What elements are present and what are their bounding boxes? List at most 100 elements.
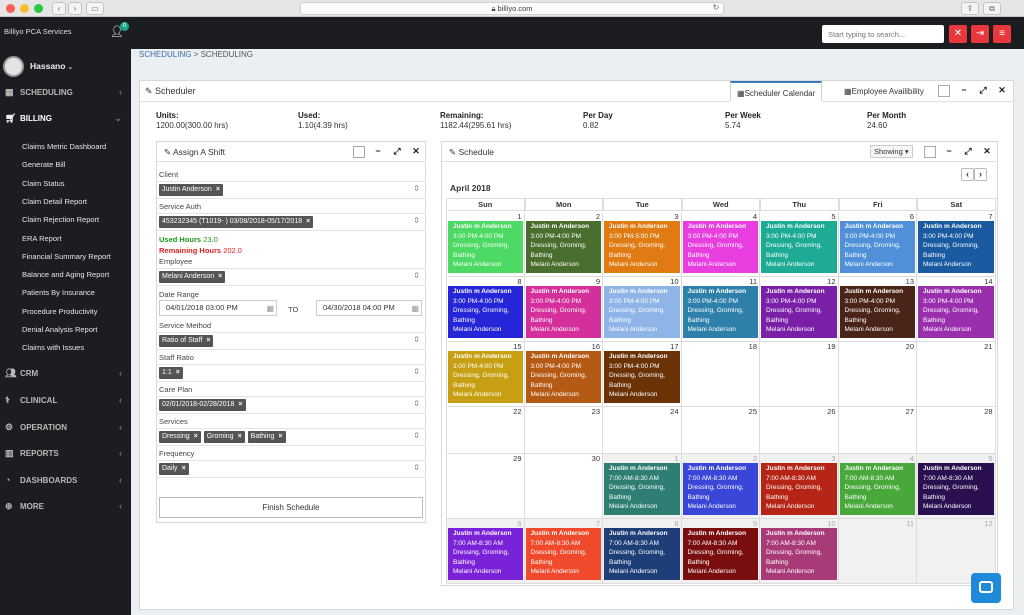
calendar-day-cell[interactable]: 4 Justin m Anderson 7:00 AM-8:30 AM Dressin… (838, 454, 917, 519)
close-icon[interactable]: ✕ (995, 84, 1009, 98)
calendar-day-cell[interactable]: 11 (838, 519, 917, 584)
calendar-event[interactable]: Justin m Anderson 7:00 AM-8:30 AM Dressing… (682, 463, 758, 515)
panel-select-checkbox[interactable] (924, 146, 936, 158)
tabs-icon[interactable]: ⧉ (983, 2, 1001, 15)
services-select[interactable]: Dressing × Groming × Bathing × ⇳ (157, 428, 425, 446)
calendar-event[interactable]: Justin m Anderson 3:00 PM-4:00 PM Dressing… (761, 221, 837, 273)
service-auth-select[interactable]: 453232345 (T1019- ) 03/08/2018-05/17/201… (157, 213, 425, 231)
calendar-event[interactable]: Justin m Anderson 3:00 PM-4:00 PM Dressing… (448, 221, 523, 273)
calendar-event[interactable]: Justin m Anderson 3:00 PM-4:00 PM Dressing… (448, 286, 523, 338)
frequency-select[interactable]: Daily × ⇳ (157, 460, 425, 478)
care-plan-chip[interactable]: 02/01/2018-02/28/2018 × (159, 399, 246, 411)
service-chip-groming[interactable]: Groming × (203, 431, 245, 443)
sidebar-item-operation[interactable]: ⚙ OPERATION ‹ (0, 419, 131, 437)
tab-employee-availability[interactable]: ▦Employee Availibility (838, 81, 930, 102)
calendar-event[interactable]: Justin m Anderson 3:00 PM-4:00 PM Dressing… (839, 221, 915, 273)
expand-icon[interactable]: ⤢ (976, 84, 990, 98)
employee-select[interactable]: Melani Anderson × ⇳ (157, 268, 425, 286)
calendar-day-cell[interactable]: 3 Justin m Anderson 3:00 PM-5:00 PM Dressin… (603, 212, 682, 277)
calendar-day-cell[interactable]: 1 Justin m Anderson 7:00 AM-8:30 AM Dressin… (603, 454, 682, 519)
user-menu[interactable]: Hassano ⌄ (3, 56, 128, 78)
calendar-day-cell[interactable]: 27 (838, 407, 917, 454)
expand-icon[interactable]: ⤢ (961, 145, 975, 159)
calendar-event[interactable]: Justin m Anderson 7:00 AM-8:30 AM Dressing… (604, 463, 680, 515)
calendar-day-cell[interactable]: 6 Justin m Anderson 3:00 PM-4:00 PM Dressin… (838, 212, 917, 277)
calendar-day-cell[interactable]: 19 (760, 342, 839, 407)
sidebar-item-clinical[interactable]: ⚕ CLINICAL ‹ (0, 392, 131, 410)
calendar-day-cell[interactable]: 9 Justin m Anderson 7:00 AM-8:30 AM Dressin… (681, 519, 760, 584)
calendar-event[interactable]: Justin m Anderson 7:00 AM-8:30 AM Dressing… (448, 528, 523, 580)
calendar-day-cell[interactable]: 26 (760, 407, 839, 454)
calendar-event[interactable]: Justin m Anderson 7:00 AM-8:30 AM Dressing… (682, 528, 758, 580)
minimize-window-icon[interactable] (20, 4, 29, 13)
finish-schedule-button[interactable]: Finish Schedule (159, 497, 423, 518)
staff-ratio-chip[interactable]: 1:1 × (159, 367, 183, 379)
service-chip-bathing[interactable]: Bathing × (247, 431, 286, 443)
care-plan-select[interactable]: 02/01/2018-02/28/2018 × ⇳ (157, 396, 425, 414)
calendar-day-cell[interactable]: 20 (838, 342, 917, 407)
calendar-event[interactable]: Justin m Anderson 3:00 PM-4:00 PM Dressing… (525, 221, 601, 273)
sidebar-item-more[interactable]: ⊕ MORE ‹ (0, 498, 131, 516)
calendar-day-cell[interactable]: 30 (524, 454, 603, 519)
calendar-day-cell[interactable]: 16 Justin m Anderson 3:00 PM-4:00 PM Dressi… (524, 342, 603, 407)
sidebar-subitem-balance-and-aging-report[interactable]: Balance and Aging Report (22, 270, 109, 279)
employee-chip[interactable]: Melani Anderson × (159, 271, 226, 283)
remove-icon[interactable]: × (206, 337, 210, 344)
calendar-event[interactable]: Justin m Anderson 3:00 PM-4:00 PM Dressing… (448, 351, 523, 403)
calendar-day-cell[interactable]: 11 Justin m Anderson 3:00 PM-4:00 PM Dressi… (681, 277, 760, 342)
calendar-day-cell[interactable]: 3 Justin m Anderson 7:00 AM-8:30 AM Dressin… (760, 454, 839, 519)
search-input[interactable] (822, 25, 944, 43)
calendar-day-cell[interactable]: 14 Justin m Anderson 3:00 PM-4:00 PM Dressi… (917, 277, 996, 342)
close-icon[interactable]: ✕ (409, 145, 423, 159)
calendar-day-cell[interactable]: 5 Justin m Anderson 7:00 AM-8:30 AM Dressin… (917, 454, 996, 519)
sidebar-item-reports[interactable]: ▥ REPORTS ‹ (0, 445, 131, 463)
remove-icon[interactable]: × (238, 433, 242, 440)
calendar-event[interactable]: Justin m Anderson 3:00 PM-4:00 PM Dressing… (682, 221, 758, 273)
calendar-day-cell[interactable]: 5 Justin m Anderson 3:00 PM-4:00 PM Dressin… (760, 212, 839, 277)
sidebar-subitem-patients-by-insurance[interactable]: Patients By Insurance (22, 288, 95, 297)
calendar-event[interactable]: Justin m Anderson 7:00 AM-8:30 AM Dressing… (918, 463, 994, 515)
calendar-event[interactable]: Justin m Anderson 3:00 PM-4:00 PM Dressing… (918, 221, 994, 273)
calendar-day-cell[interactable]: 13 Justin m Anderson 3:00 PM-4:00 PM Dressi… (838, 277, 917, 342)
calendar-event[interactable]: Justin m Anderson 7:00 AM-8:30 AM Dressing… (839, 463, 915, 515)
zoom-window-icon[interactable] (34, 4, 43, 13)
sidebar-item-crm[interactable]: 👥︎ CRM ‹ (0, 365, 131, 383)
panel-select-checkbox[interactable] (353, 146, 365, 158)
calendar-event[interactable]: Justin m Anderson 7:00 AM-8:30 AM Dressing… (525, 528, 601, 580)
calendar-day-cell[interactable]: 21 (917, 342, 996, 407)
service-method-chip[interactable]: Ratio of Staff × (159, 335, 214, 347)
client-chip[interactable]: Justin Anderson × (159, 184, 223, 196)
calendar-day-cell[interactable]: 25 (681, 407, 760, 454)
service-chip-dressing[interactable]: Dressing × (159, 431, 201, 443)
calendar-day-cell[interactable]: 9 Justin m Anderson 3:00 PM-4:00 PM Dressin… (524, 277, 603, 342)
sidebar-subitem-claim-detail-report[interactable]: Claim Detail Report (22, 197, 87, 206)
logout-icon[interactable]: ⇥ (971, 25, 989, 43)
calendar-day-cell[interactable]: 23 (524, 407, 603, 454)
calendar-event[interactable]: Justin m Anderson 3:00 PM-4:00 PM Dressing… (525, 351, 601, 403)
remove-icon[interactable]: × (278, 433, 282, 440)
calendar-day-cell[interactable]: 22 (446, 407, 525, 454)
service-method-select[interactable]: Ratio of Staff × ⇳ (157, 332, 425, 350)
calendar-day-cell[interactable]: 15 Justin m Anderson 3:00 PM-4:00 PM Dressi… (446, 342, 525, 407)
service-auth-chip[interactable]: 453232345 (T1019- ) 03/08/2018-05/17/201… (159, 216, 314, 228)
sidebar-subitem-claim-status[interactable]: Claim Status (22, 179, 65, 188)
tab-scheduler-calendar[interactable]: ▦Scheduler Calendar (730, 81, 823, 102)
calendar-day-cell[interactable]: 1 Justin m Anderson 3:00 PM-4:00 PM Dressin… (446, 212, 525, 277)
calendar-day-cell[interactable]: 18 (681, 342, 760, 407)
client-select[interactable]: Justin Anderson × ⇳ (157, 181, 425, 199)
calendar-day-cell[interactable]: 10 Justin m Anderson 3:00 PM-4:00 PM Dressi… (603, 277, 682, 342)
calendar-day-cell[interactable]: 24 (603, 407, 682, 454)
breadcrumb-link-scheduling[interactable]: SCHEDULING (139, 50, 191, 59)
fullscreen-icon[interactable]: ✕ (949, 25, 967, 43)
close-icon[interactable]: ✕ (980, 145, 994, 159)
sidebar-subitem-denial-analysis-report[interactable]: Denial Analysis Report (22, 325, 97, 334)
calendar-day-cell[interactable]: 8 Justin m Anderson 7:00 AM-8:30 AM Dressin… (603, 519, 682, 584)
calendar-day-cell[interactable]: 6 Justin m Anderson 7:00 AM-8:30 AM Dressin… (446, 519, 525, 584)
calendar-event[interactable]: Justin m Anderson 3:00 PM-4:00 PM Dressing… (604, 351, 680, 403)
remove-icon[interactable]: × (194, 433, 198, 440)
calendar-day-cell[interactable]: 2 Justin m Anderson 7:00 AM-8:30 AM Dressin… (681, 454, 760, 519)
next-month-icon[interactable]: › (974, 168, 987, 181)
sidebar-item-scheduling[interactable]: ▦ SCHEDULING ‹ (0, 84, 131, 102)
calendar-day-cell[interactable]: 10 Justin m Anderson 7:00 AM-8:30 AM Dressi… (760, 519, 839, 584)
remove-icon[interactable]: × (238, 401, 242, 408)
